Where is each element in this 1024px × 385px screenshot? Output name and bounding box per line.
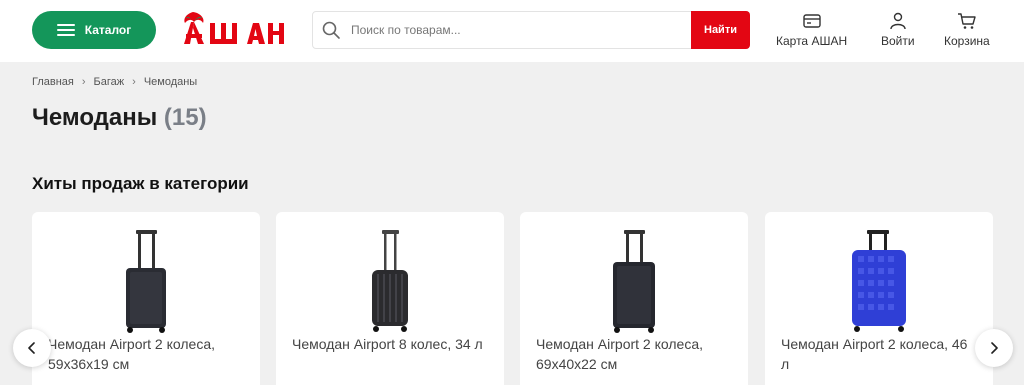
- cart-link[interactable]: Корзина: [944, 12, 990, 48]
- user-icon: [890, 12, 906, 30]
- chevron-right-icon: ›: [132, 76, 136, 88]
- search-button[interactable]: Найти: [691, 11, 750, 49]
- breadcrumb-suitcases[interactable]: Чемоданы: [144, 76, 197, 88]
- loyalty-card-link[interactable]: Карта АШАН: [776, 12, 847, 48]
- loyalty-card-label: Карта АШАН: [776, 34, 848, 48]
- catalog-button[interactable]: Каталог: [32, 11, 156, 49]
- card-icon: [802, 14, 821, 28]
- search-bar: Найти: [312, 11, 750, 49]
- product-card[interactable]: Чемодан Airport 2 колеса, 69x40x22 см: [520, 212, 748, 385]
- product-card[interactable]: Чемодан Airport 2 колеса, 46 л: [765, 212, 993, 385]
- breadcrumb-home[interactable]: Главная: [32, 76, 74, 88]
- menu-icon: [56, 24, 75, 36]
- product-name[interactable]: Чемодан Airport 8 колес, 34 л: [292, 334, 490, 354]
- product-card[interactable]: Чемодан Airport 2 колеса, 59x36x19 см: [32, 212, 260, 385]
- catalog-label: Каталог: [84, 23, 132, 37]
- product-image: [276, 230, 504, 334]
- product-name[interactable]: Чемодан Airport 2 колеса, 46 л: [781, 334, 979, 374]
- chevron-left-icon: [28, 342, 35, 354]
- login-link[interactable]: Войти: [881, 12, 915, 48]
- breadcrumb: Главная › Багаж › Чемоданы: [32, 76, 197, 88]
- search-icon: [322, 21, 340, 39]
- suitcase-icon: [613, 230, 655, 333]
- product-name[interactable]: Чемодан Airport 2 колеса, 69x40x22 см: [536, 334, 734, 374]
- product-image: [520, 230, 748, 334]
- product-count: (15): [163, 104, 207, 131]
- chevron-right-icon: [991, 342, 998, 354]
- cart-icon: [957, 13, 976, 29]
- section-title: Хиты продаж в категории: [32, 174, 249, 193]
- site-header: Каталог Найти Карта АШАН: [0, 0, 1024, 62]
- suitcase-icon: [372, 230, 408, 332]
- suitcase-icon: [126, 230, 166, 333]
- chevron-right-icon: ›: [81, 76, 86, 88]
- login-label: Войти: [881, 34, 915, 48]
- product-name[interactable]: Чемодан Airport 2 колеса, 59x36x19 см: [48, 334, 246, 374]
- breadcrumb-luggage[interactable]: Багаж: [94, 76, 125, 88]
- carousel-prev-button[interactable]: [13, 329, 51, 367]
- page-title: Чемоданы (15): [32, 104, 207, 132]
- page-title-text: Чемоданы: [32, 104, 158, 131]
- product-image: [765, 230, 993, 334]
- auchan-logo[interactable]: [180, 10, 288, 46]
- search-input[interactable]: [341, 12, 691, 48]
- product-image: [32, 230, 260, 334]
- cart-label: Корзина: [944, 34, 990, 48]
- product-card[interactable]: Чемодан Airport 8 колес, 34 л: [276, 212, 504, 385]
- carousel-next-button[interactable]: [975, 329, 1013, 367]
- suitcase-icon: [852, 230, 906, 332]
